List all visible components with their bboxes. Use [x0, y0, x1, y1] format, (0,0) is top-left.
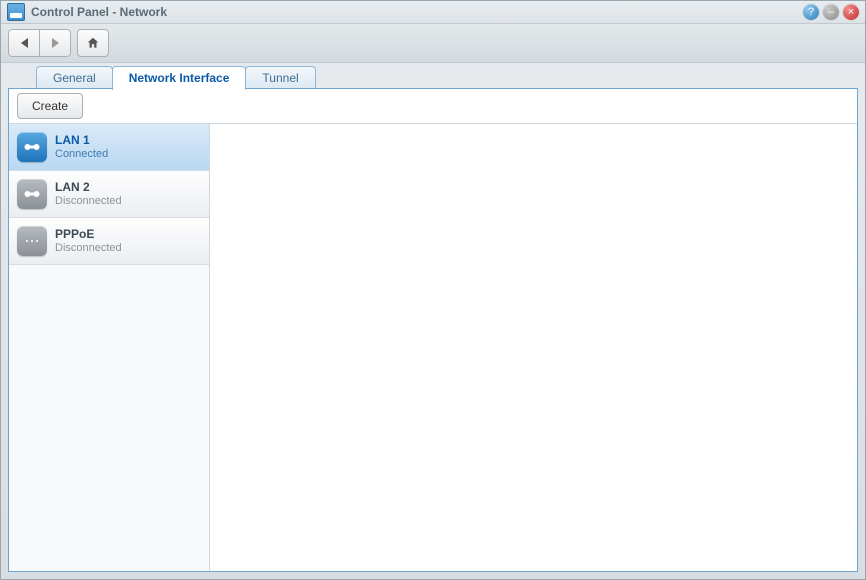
nav-history-group: [8, 29, 71, 57]
app-icon: [7, 3, 25, 21]
sidebar-item-lan1[interactable]: LAN 1 Connected: [9, 124, 209, 171]
main-pane: [210, 124, 857, 571]
titlebar: Control Panel - Network ? – ×: [1, 1, 865, 24]
sidebar-item-title: PPPoE: [55, 227, 122, 242]
help-button[interactable]: ?: [803, 4, 819, 20]
sidebar-item-title: LAN 1: [55, 133, 108, 148]
sidebar-item-lan2[interactable]: LAN 2 Disconnected: [9, 171, 209, 218]
tab-tunnel[interactable]: Tunnel: [245, 66, 315, 89]
window-title: Control Panel - Network: [31, 5, 799, 19]
interface-sidebar: LAN 1 Connected LAN 2 Disconnected: [9, 124, 210, 571]
window: Control Panel - Network ? – × General Ne…: [0, 0, 866, 580]
tab-panel: Create LAN 1 Connected: [8, 88, 858, 572]
home-icon: [86, 36, 100, 50]
pppoe-icon: [17, 226, 47, 256]
link-icon: [17, 179, 47, 209]
link-icon: [17, 132, 47, 162]
nav-back-button[interactable]: [8, 29, 40, 57]
sidebar-item-title: LAN 2: [55, 180, 122, 195]
nav-forward-button[interactable]: [40, 29, 71, 57]
sidebar-item-labels: LAN 2 Disconnected: [55, 180, 122, 209]
create-button[interactable]: Create: [17, 93, 83, 119]
split: LAN 1 Connected LAN 2 Disconnected: [9, 124, 857, 571]
sidebar-item-status: Disconnected: [55, 195, 122, 209]
tab-strip: General Network Interface Tunnel: [8, 65, 858, 89]
tab-general[interactable]: General: [36, 66, 113, 89]
sidebar-item-labels: PPPoE Disconnected: [55, 227, 122, 256]
chevron-left-icon: [21, 38, 28, 48]
sidebar-item-status: Connected: [55, 148, 108, 162]
close-button[interactable]: ×: [843, 4, 859, 20]
toolbar: Create: [9, 89, 857, 124]
sidebar-item-status: Disconnected: [55, 242, 122, 256]
minimize-button[interactable]: –: [823, 4, 839, 20]
chevron-right-icon: [52, 38, 59, 48]
sidebar-item-labels: LAN 1 Connected: [55, 133, 108, 162]
nav-home-button[interactable]: [77, 29, 109, 57]
sidebar-item-pppoe[interactable]: PPPoE Disconnected: [9, 218, 209, 265]
content: General Network Interface Tunnel Create …: [8, 65, 858, 572]
nav-toolbar: [1, 24, 865, 63]
tab-network-interface[interactable]: Network Interface: [112, 66, 247, 90]
